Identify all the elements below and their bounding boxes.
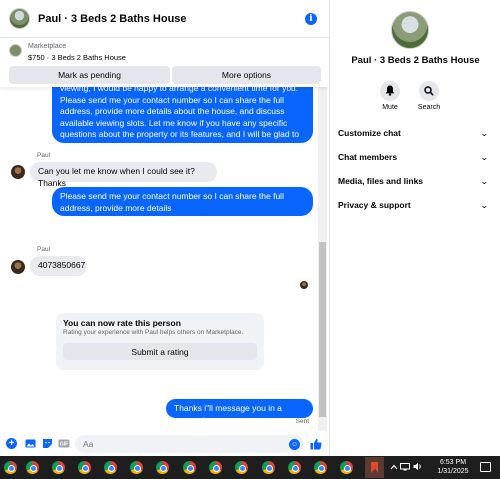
chrome-icon[interactable] — [262, 461, 275, 474]
sender-avatar[interactable] — [11, 165, 25, 179]
mute-label: Mute — [382, 104, 398, 111]
composer: + GIF ☺ — [0, 431, 329, 456]
rating-card: You can now rate this person Rating your… — [56, 313, 264, 370]
sticker-icon[interactable] — [42, 438, 53, 449]
chevron-down-icon: ⌄ — [480, 128, 490, 138]
panel-name[interactable]: Paul · 3 Beds 2 Baths House — [330, 55, 500, 66]
message-scrollbar[interactable] — [318, 87, 327, 431]
search-icon[interactable] — [419, 81, 439, 101]
gif-icon[interactable]: GIF — [58, 438, 70, 449]
read-receipt-avatar — [300, 281, 308, 289]
submit-rating-button[interactable]: Submit a rating — [63, 343, 257, 360]
sender-name: Paul — [37, 152, 51, 159]
listing-thumbnail[interactable] — [9, 44, 22, 57]
row-label: Customize chat — [338, 128, 401, 138]
chrome-icon[interactable] — [156, 461, 169, 474]
outgoing-message: Thanks i"ll message you in a moment — [166, 399, 313, 425]
listing-category: Marketplace — [28, 43, 67, 50]
plus-icon[interactable]: + — [6, 438, 17, 449]
sender-name: Paul — [37, 246, 51, 253]
outgoing-message: Please send me your contact number so I … — [52, 187, 313, 216]
emoji-icon[interactable]: ☺ — [289, 439, 300, 450]
bell-icon[interactable] — [380, 81, 400, 101]
privacy-support-row[interactable]: Privacy & support ⌄ — [338, 197, 490, 213]
chrome-icon[interactable] — [52, 461, 65, 474]
clock-date: 1/31/2025 — [437, 468, 469, 475]
scrollbar-thumb[interactable] — [319, 242, 326, 417]
chrome-icon[interactable] — [209, 461, 222, 474]
chevron-down-icon: ⌄ — [480, 176, 490, 186]
message-input[interactable] — [75, 435, 304, 453]
sent-status: Sent — [295, 418, 309, 425]
customize-chat-row[interactable]: Customize chat ⌄ — [338, 125, 490, 141]
chrome-icon[interactable] — [4, 461, 17, 474]
chevron-down-icon: ⌄ — [480, 200, 490, 210]
chrome-icon[interactable] — [314, 461, 327, 474]
chrome-icon[interactable] — [104, 461, 117, 474]
incoming-message: 4073850667 — [30, 256, 87, 276]
outgoing-message: viewing, I would be happy to arrange a c… — [52, 87, 313, 151]
search-action[interactable]: Search — [409, 81, 449, 111]
notification-center-icon[interactable] — [480, 462, 491, 472]
media-files-row[interactable]: Media, files and links ⌄ — [338, 173, 490, 189]
chat-title[interactable]: Paul · 3 Beds 2 Baths House — [38, 13, 187, 25]
chat-members-row[interactable]: Chat members ⌄ — [338, 149, 490, 165]
message-list: viewing, I would be happy to arrange a c… — [0, 87, 318, 431]
listing-price-title[interactable]: $750 · 3 Beds 2 Baths House — [28, 53, 126, 62]
rating-title: You can now rate this person — [63, 318, 181, 328]
svg-text:GIF: GIF — [60, 442, 68, 448]
mark-pending-button[interactable]: Mark as pending — [9, 66, 170, 84]
sender-avatar[interactable] — [11, 260, 25, 274]
like-icon[interactable] — [310, 438, 322, 450]
row-label: Chat members — [338, 152, 398, 162]
listing-bar: Marketplace $750 · 3 Beds 2 Baths House … — [0, 39, 329, 87]
chrome-icon[interactable] — [183, 461, 196, 474]
chrome-icon[interactable] — [340, 461, 353, 474]
rating-subtitle: Rating your experience with Paul helps o… — [63, 329, 244, 336]
image-icon[interactable] — [25, 438, 36, 449]
chrome-icon[interactable] — [26, 461, 39, 474]
clock-time: 6:53 PM — [439, 459, 467, 466]
chat-header: Paul · 3 Beds 2 Baths House i — [0, 0, 329, 38]
system-clock[interactable]: 6:53 PM 1/31/2025 — [433, 458, 473, 476]
chrome-icon[interactable] — [78, 461, 91, 474]
row-label: Media, files and links — [338, 176, 424, 186]
chrome-icon[interactable] — [130, 461, 143, 474]
chrome-icon[interactable] — [235, 461, 248, 474]
chat-details-panel: Paul · 3 Beds 2 Baths House Mute Search … — [329, 0, 500, 456]
search-label: Search — [417, 104, 441, 111]
chat-avatar[interactable] — [9, 8, 30, 29]
chrome-icon[interactable] — [288, 461, 301, 474]
panel-avatar[interactable] — [391, 11, 429, 49]
more-options-button[interactable]: More options — [172, 66, 321, 84]
network-icon[interactable] — [400, 463, 410, 473]
notification-arrow-icon[interactable] — [390, 462, 398, 472]
volume-icon[interactable] — [413, 462, 423, 473]
chevron-down-icon: ⌄ — [480, 152, 490, 162]
chat-window: Paul · 3 Beds 2 Baths House i Marketplac… — [0, 0, 329, 456]
info-icon[interactable]: i — [305, 13, 317, 25]
row-label: Privacy & support — [338, 200, 411, 210]
mute-action[interactable]: Mute — [370, 81, 410, 111]
taskbar: 6:53 PM 1/31/2025 — [0, 456, 500, 479]
incoming-message: Can you let me know when I could see it?… — [30, 162, 217, 188]
